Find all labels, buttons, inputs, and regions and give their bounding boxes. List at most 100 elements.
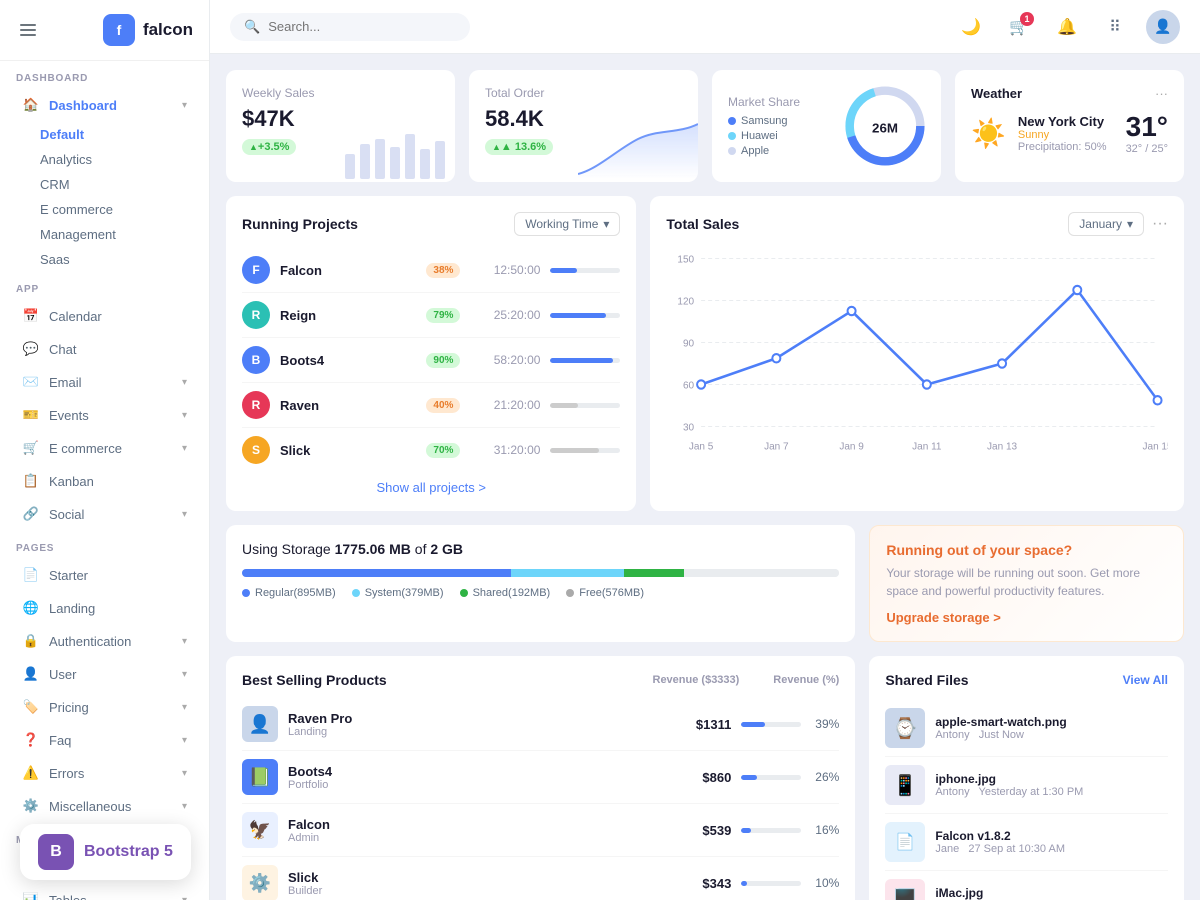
svg-text:30: 30 xyxy=(683,423,694,434)
slick-pct: 10% xyxy=(741,876,839,890)
sidebar-item-user[interactable]: 👤 User ▾ xyxy=(6,658,203,690)
chevron-down-icon: ▾ xyxy=(182,801,187,812)
total-order-badge: ▲ 13.6% xyxy=(485,139,553,155)
best-selling-card: Best Selling Products Revenue ($3333) Re… xyxy=(226,656,855,900)
sidebar-sub-crm[interactable]: CRM xyxy=(0,172,209,197)
market-share-card: Market Share Samsung Huawei Apple 26M xyxy=(712,70,941,182)
imac-thumb: 🖥️ xyxy=(885,879,925,900)
weather-city: New York City xyxy=(1018,114,1114,129)
cart-badge: 1 xyxy=(1020,12,1034,26)
bootstrap-icon: B xyxy=(38,834,74,870)
boots4-name: Boots4 xyxy=(280,353,410,368)
sidebar-item-events[interactable]: 🎫 Events ▾ xyxy=(6,399,203,431)
notifications-button[interactable]: 🔔 xyxy=(1050,10,1084,44)
sidebar-item-label: Miscellaneous xyxy=(49,799,173,814)
sidebar-sub-management[interactable]: Management xyxy=(0,222,209,247)
weekly-sales-badge: +3.5% xyxy=(242,139,296,155)
sidebar-sub-analytics[interactable]: Analytics xyxy=(0,147,209,172)
dashboard-icon: 🏠 xyxy=(22,96,40,114)
svg-text:Jan 5: Jan 5 xyxy=(689,441,714,452)
calendar-icon: 📅 xyxy=(22,307,40,325)
total-order-label: Total Order xyxy=(485,86,682,100)
system-legend: System(379MB) xyxy=(352,587,444,599)
pricing-icon: 🏷️ xyxy=(22,698,40,716)
sidebar-item-kanban[interactable]: 📋 Kanban xyxy=(6,465,203,497)
svg-text:Jan 7: Jan 7 xyxy=(765,441,790,452)
sidebar-item-faq[interactable]: ❓ Faq ▾ xyxy=(6,724,203,756)
sidebar-item-label: Starter xyxy=(49,568,187,583)
iphone-thumb: 📱 xyxy=(885,765,925,805)
total-sales-dropdown[interactable]: January ▾ xyxy=(1068,212,1144,236)
svg-text:Jan 13: Jan 13 xyxy=(987,441,1017,452)
slick-revenue: $343 xyxy=(671,876,731,891)
sidebar-item-label: Calendar xyxy=(49,309,187,324)
sidebar-item-authentication[interactable]: 🔒 Authentication ▾ xyxy=(6,625,203,657)
project-row-boots4: B Boots4 90% 58:20:00 xyxy=(242,338,620,383)
upgrade-text: Your storage will be running out soon. G… xyxy=(886,564,1167,600)
svg-text:Jan 9: Jan 9 xyxy=(840,441,865,452)
raven-badge: 40% xyxy=(426,398,460,413)
upgrade-card: Running out of your space? Your storage … xyxy=(869,525,1184,642)
weather-more-button[interactable]: ··· xyxy=(1155,86,1168,101)
theme-toggle-button[interactable]: 🌙 xyxy=(954,10,988,44)
show-all-projects-button[interactable]: Show all projects > xyxy=(242,480,620,495)
working-time-dropdown[interactable]: Working Time ▾ xyxy=(514,212,620,236)
grid-button[interactable]: ⠿ xyxy=(1098,10,1132,44)
falcon-avatar: F xyxy=(242,256,270,284)
search-input[interactable] xyxy=(268,19,448,34)
user-icon: 👤 xyxy=(22,665,40,683)
sidebar-item-tables[interactable]: 📊 Tables ▾ xyxy=(6,884,203,900)
sidebar-item-email[interactable]: ✉️ Email ▾ xyxy=(6,366,203,398)
falcon-pct: 16% xyxy=(741,823,839,837)
samsung-legend: Samsung xyxy=(741,115,787,127)
sidebar-item-landing[interactable]: 🌐 Landing xyxy=(6,592,203,624)
hamburger-icon[interactable] xyxy=(16,20,40,40)
falcon-name: Falcon xyxy=(280,263,410,278)
slick-progress xyxy=(550,448,620,453)
sidebar-item-ecommerce[interactable]: 🛒 E commerce ▾ xyxy=(6,432,203,464)
sidebar-sub-ecommerce[interactable]: E commerce xyxy=(0,197,209,222)
sidebar-item-social[interactable]: 🔗 Social ▾ xyxy=(6,498,203,530)
sidebar-item-label: Errors xyxy=(49,766,173,781)
regular-segment xyxy=(242,569,511,577)
sidebar-item-errors[interactable]: ⚠️ Errors ▾ xyxy=(6,757,203,789)
email-icon: ✉️ xyxy=(22,373,40,391)
sidebar-item-label: Email xyxy=(49,375,173,390)
slick-time: 31:20:00 xyxy=(470,443,540,457)
sidebar-item-miscellaneous[interactable]: ⚙️ Miscellaneous ▾ xyxy=(6,790,203,822)
avatar[interactable]: 👤 xyxy=(1146,10,1180,44)
raven-pro-pct: 39% xyxy=(741,717,839,731)
dashboard-section-label: Dashboard xyxy=(0,61,209,88)
chevron-down-icon: ▾ xyxy=(182,895,187,900)
falcon-revenue: $539 xyxy=(671,823,731,838)
weather-precip: Precipitation: 50% xyxy=(1018,141,1114,153)
view-all-button[interactable]: View All xyxy=(1123,673,1168,687)
slick-cat: Builder xyxy=(288,885,661,897)
sidebar-item-calendar[interactable]: 📅 Calendar xyxy=(6,300,203,332)
iphone-name: iphone.jpg xyxy=(935,772,1168,786)
system-segment xyxy=(511,569,624,577)
sidebar-item-pricing[interactable]: 🏷️ Pricing ▾ xyxy=(6,691,203,723)
falcon-file-meta: Jane 27 Sep at 10:30 AM xyxy=(935,843,1168,855)
total-sales-more-button[interactable]: ··· xyxy=(1152,215,1168,233)
bootstrap-badge[interactable]: B Bootstrap 5 xyxy=(20,824,191,880)
sidebar-item-label: User xyxy=(49,667,173,682)
raven-pro-thumb: 👤 xyxy=(242,706,278,742)
sidebar-sub-saas[interactable]: Saas xyxy=(0,247,209,272)
sidebar-item-starter[interactable]: 📄 Starter xyxy=(6,559,203,591)
sidebar-item-chat[interactable]: 💬 Chat xyxy=(6,333,203,365)
topnav: 🔍 🌙 🛒 1 🔔 ⠿ 👤 xyxy=(210,0,1200,54)
storage-bar xyxy=(242,569,839,577)
events-icon: 🎫 xyxy=(22,406,40,424)
cart-button[interactable]: 🛒 1 xyxy=(1002,10,1036,44)
total-sales-card: Total Sales January ▾ ··· xyxy=(650,196,1184,511)
boots4-badge: 90% xyxy=(426,353,460,368)
market-share-label: Market Share xyxy=(728,95,833,109)
upgrade-link[interactable]: Upgrade storage > xyxy=(886,610,1001,625)
stats-row: Weekly Sales $47K +3.5% xyxy=(226,70,1184,182)
reign-name: Reign xyxy=(280,308,410,323)
sidebar-item-dashboard[interactable]: 🏠 Dashboard ▾ xyxy=(6,89,203,121)
raven-progress xyxy=(550,403,620,408)
search-bar[interactable]: 🔍 xyxy=(230,13,470,41)
sidebar-sub-default[interactable]: Default xyxy=(0,122,209,147)
